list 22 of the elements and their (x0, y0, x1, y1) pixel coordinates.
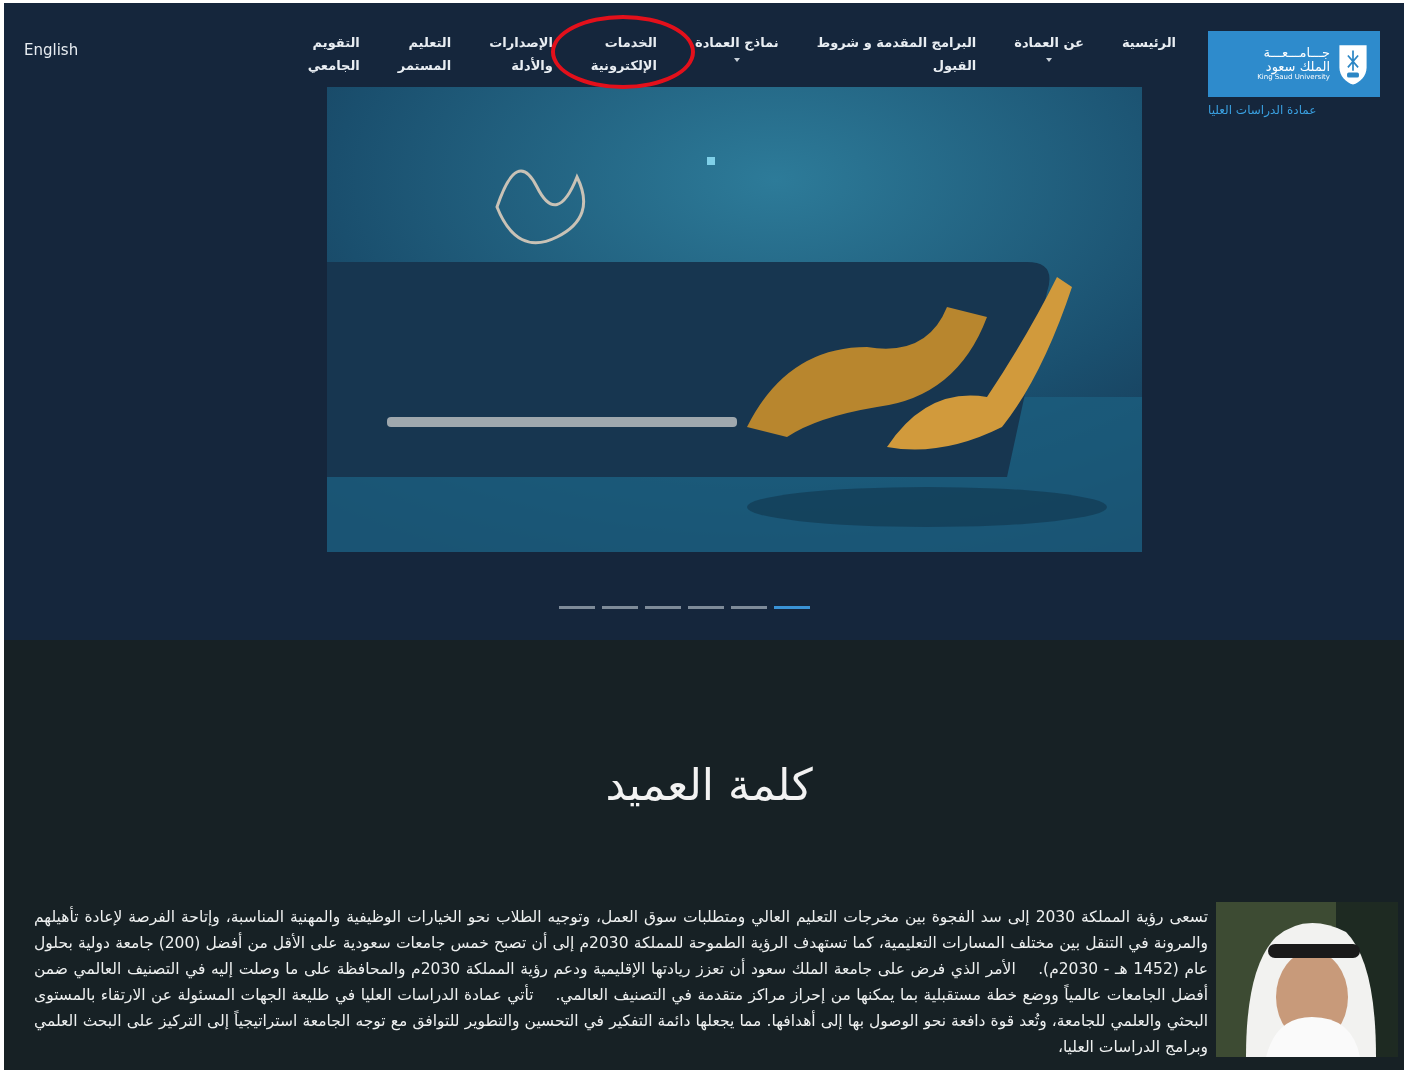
deanship-name: عمادة الدراسات العليا (1208, 103, 1317, 117)
language-link[interactable]: English (24, 41, 79, 59)
caret-icon[interactable] (1046, 58, 1053, 62)
slide-indicator[interactable] (558, 606, 595, 609)
section-title: كلمة العميد (604, 760, 814, 810)
logo-text: جـــامـــعـــة (1263, 45, 1330, 61)
nav-link[interactable]: البرامج المقدمة و شروط القبول (816, 31, 977, 77)
nav-link[interactable]: التعليم المستمر (397, 31, 452, 77)
slide-indicator[interactable] (730, 606, 767, 609)
slide-indicator[interactable] (644, 606, 681, 609)
nav-link[interactable]: عن العمادة (1014, 31, 1084, 54)
nav-link[interactable]: الإصدارات والأدلة (489, 31, 553, 77)
nav-link[interactable]: التقويم الجامعي (307, 31, 360, 77)
nav-link[interactable]: الخدمات الإلكترونية (590, 31, 657, 77)
slide-indicator[interactable] (687, 606, 724, 609)
slide-indicator[interactable] (601, 606, 638, 609)
logo-text: الملك سعود (1265, 60, 1330, 75)
nav-link[interactable]: الرئيسية (1121, 31, 1176, 54)
caret-icon[interactable] (733, 58, 740, 62)
nav-link[interactable]: نماذج العمادة (695, 31, 779, 54)
message-paragraph: تسعى رؤية المملكة 2030 إلى سد الفجوة بين مخرجات التعليم العالي ومتطلبات سوق العمل، وتوجيه الطلاب نحو الخيارات الوظيفية والمهنية المناسبة، وإتاحة الفرصة لإعادة تأهيلهم والمرونة في التنقل بين مختلف المسارات التعليمية، كما تستهدف الرؤية الطموحة للمملكة 2030م إلى أن تصبح خمس جامعات سعودية على الأقل من أفضل (200) جامعة دولية بحلول عام (1452 هـ - 2030م). الأمر الذي فرض على جامعة الملك سعود أن تعزز ريادتها الإقليمية ودعم رؤية المملكة 2030م والمحافظة على ما وصلت إليه في التصنيف العالمي ضمن أفضل الجامعات عالمياً ووضع خطة مستقبلية بما يمكنها من إحراز مراكز متقدمة في التصنيف العالمي. تأتي عمادة الدراسات العليا في طليعة الجهات المسئولة عن الارتقاء بالمستوى البحثي والعلمي للجامعة، وتُعد قوة دافعة نحو الوصول بها إلى أهدافها. مما يجعلها دائمة التفكير في التحسين والتطوير للتوافق مع توجه الجامعة استراتيجياً إلى التركيز على البحث العلمي وبرامج الدراسات العليا، (34, 905, 1208, 1059)
slide-indicator[interactable] (773, 606, 810, 609)
